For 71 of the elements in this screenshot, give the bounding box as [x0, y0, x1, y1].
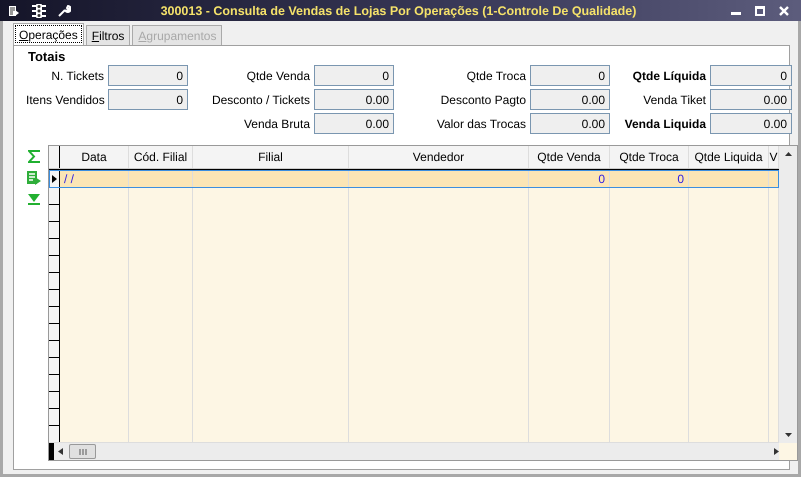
- row-indicator-cell[interactable]: [49, 409, 60, 426]
- menu-arrow-icon[interactable]: [8, 4, 20, 16]
- wrench-icon[interactable]: [58, 4, 71, 17]
- column-header[interactable]: Vendedor: [349, 146, 529, 168]
- row-indicator-cell[interactable]: [49, 324, 60, 341]
- row-indicator-cell[interactable]: [49, 256, 60, 273]
- readonly-field: 0: [314, 65, 394, 86]
- row-indicator-cell[interactable]: [49, 341, 60, 358]
- row-indicator-cell[interactable]: [49, 358, 60, 375]
- record-marker: [49, 443, 54, 460]
- column-header[interactable]: Data: [60, 146, 129, 168]
- row-indicator-cell[interactable]: [49, 170, 60, 188]
- column-header[interactable]: Qtde Venda: [529, 146, 610, 168]
- field-label: Venda Bruta: [242, 116, 310, 130]
- maximize-icon[interactable]: [755, 6, 765, 16]
- readonly-field: 0.00: [314, 113, 394, 134]
- field-label: Valor das Trocas: [436, 116, 526, 130]
- row-indicator-cell[interactable]: [49, 222, 60, 239]
- field-label: Desconto Pagto: [440, 92, 526, 106]
- traffic-light-icon[interactable]: [32, 4, 46, 18]
- row-pointer-icon: [52, 174, 56, 182]
- close-icon[interactable]: [779, 6, 789, 16]
- right-arrow-icon[interactable]: [774, 448, 779, 455]
- window-title: 300013 - Consulta de Vendas de Lojas Por Operações (1-Controle De Qualidade): [160, 4, 636, 18]
- row-indicator-cell[interactable]: [49, 239, 60, 256]
- column-header[interactable]: Qtde Liquida: [689, 146, 769, 168]
- field-label: Venda Tiket: [642, 92, 706, 106]
- tab[interactable]: Operações: [13, 23, 84, 45]
- table-cell: / /: [60, 170, 129, 188]
- field-label: Qtde Troca: [466, 68, 526, 82]
- row-indicator-cell[interactable]: [49, 273, 60, 290]
- field-label: Desconto / Tickets: [210, 92, 310, 106]
- readonly-field: 0.00: [710, 113, 792, 134]
- readonly-field: 0: [710, 65, 792, 86]
- table-row[interactable]: / / 0 0: [49, 170, 779, 188]
- table-arrow-icon[interactable]: [26, 170, 42, 186]
- table-cell: 0: [529, 170, 610, 188]
- down-arrow-icon[interactable]: [784, 433, 792, 437]
- section-title: Totais: [28, 49, 66, 64]
- row-indicator-cell[interactable]: [49, 375, 60, 392]
- field-label: N. Tickets: [50, 68, 104, 82]
- readonly-field: 0: [530, 65, 610, 86]
- field-label: Qtde Venda: [246, 68, 310, 82]
- row-indicator-cell[interactable]: [49, 307, 60, 324]
- horizontal-scrollbar[interactable]: [49, 442, 779, 460]
- tab[interactable]: Filtros: [86, 25, 130, 45]
- field-label: Itens Vendidos: [26, 92, 104, 106]
- row-indicator-cell[interactable]: [49, 188, 60, 205]
- down-triangle-icon[interactable]: [27, 193, 41, 205]
- readonly-field: 0.00: [710, 89, 792, 110]
- readonly-field: 0: [108, 89, 188, 110]
- grip-icon: [78, 448, 86, 454]
- left-arrow-icon[interactable]: [58, 448, 63, 455]
- row-indicator-cell[interactable]: [49, 426, 60, 442]
- scroll-thumb[interactable]: [69, 444, 96, 459]
- sigma-icon[interactable]: [28, 150, 40, 163]
- column-header[interactable]: Filial: [193, 146, 349, 168]
- field-label: Qtde Líquida: [632, 68, 706, 82]
- up-arrow-icon[interactable]: [784, 152, 792, 156]
- column-header[interactable]: Cód. Filial: [129, 146, 193, 168]
- row-indicator-cell[interactable]: [49, 392, 60, 409]
- readonly-field: 0.00: [530, 113, 610, 134]
- row-indicator-cell[interactable]: [49, 290, 60, 307]
- table-cell: 0: [610, 170, 689, 188]
- row-indicator-cell[interactable]: [49, 205, 60, 222]
- field-label: Venda Liquida: [624, 116, 706, 130]
- readonly-field: 0.00: [314, 89, 394, 110]
- readonly-field: 0.00: [530, 89, 610, 110]
- vertical-scrollbar[interactable]: [779, 146, 797, 460]
- readonly-field: 0: [108, 65, 188, 86]
- column-header[interactable]: Qtde Troca: [610, 146, 689, 168]
